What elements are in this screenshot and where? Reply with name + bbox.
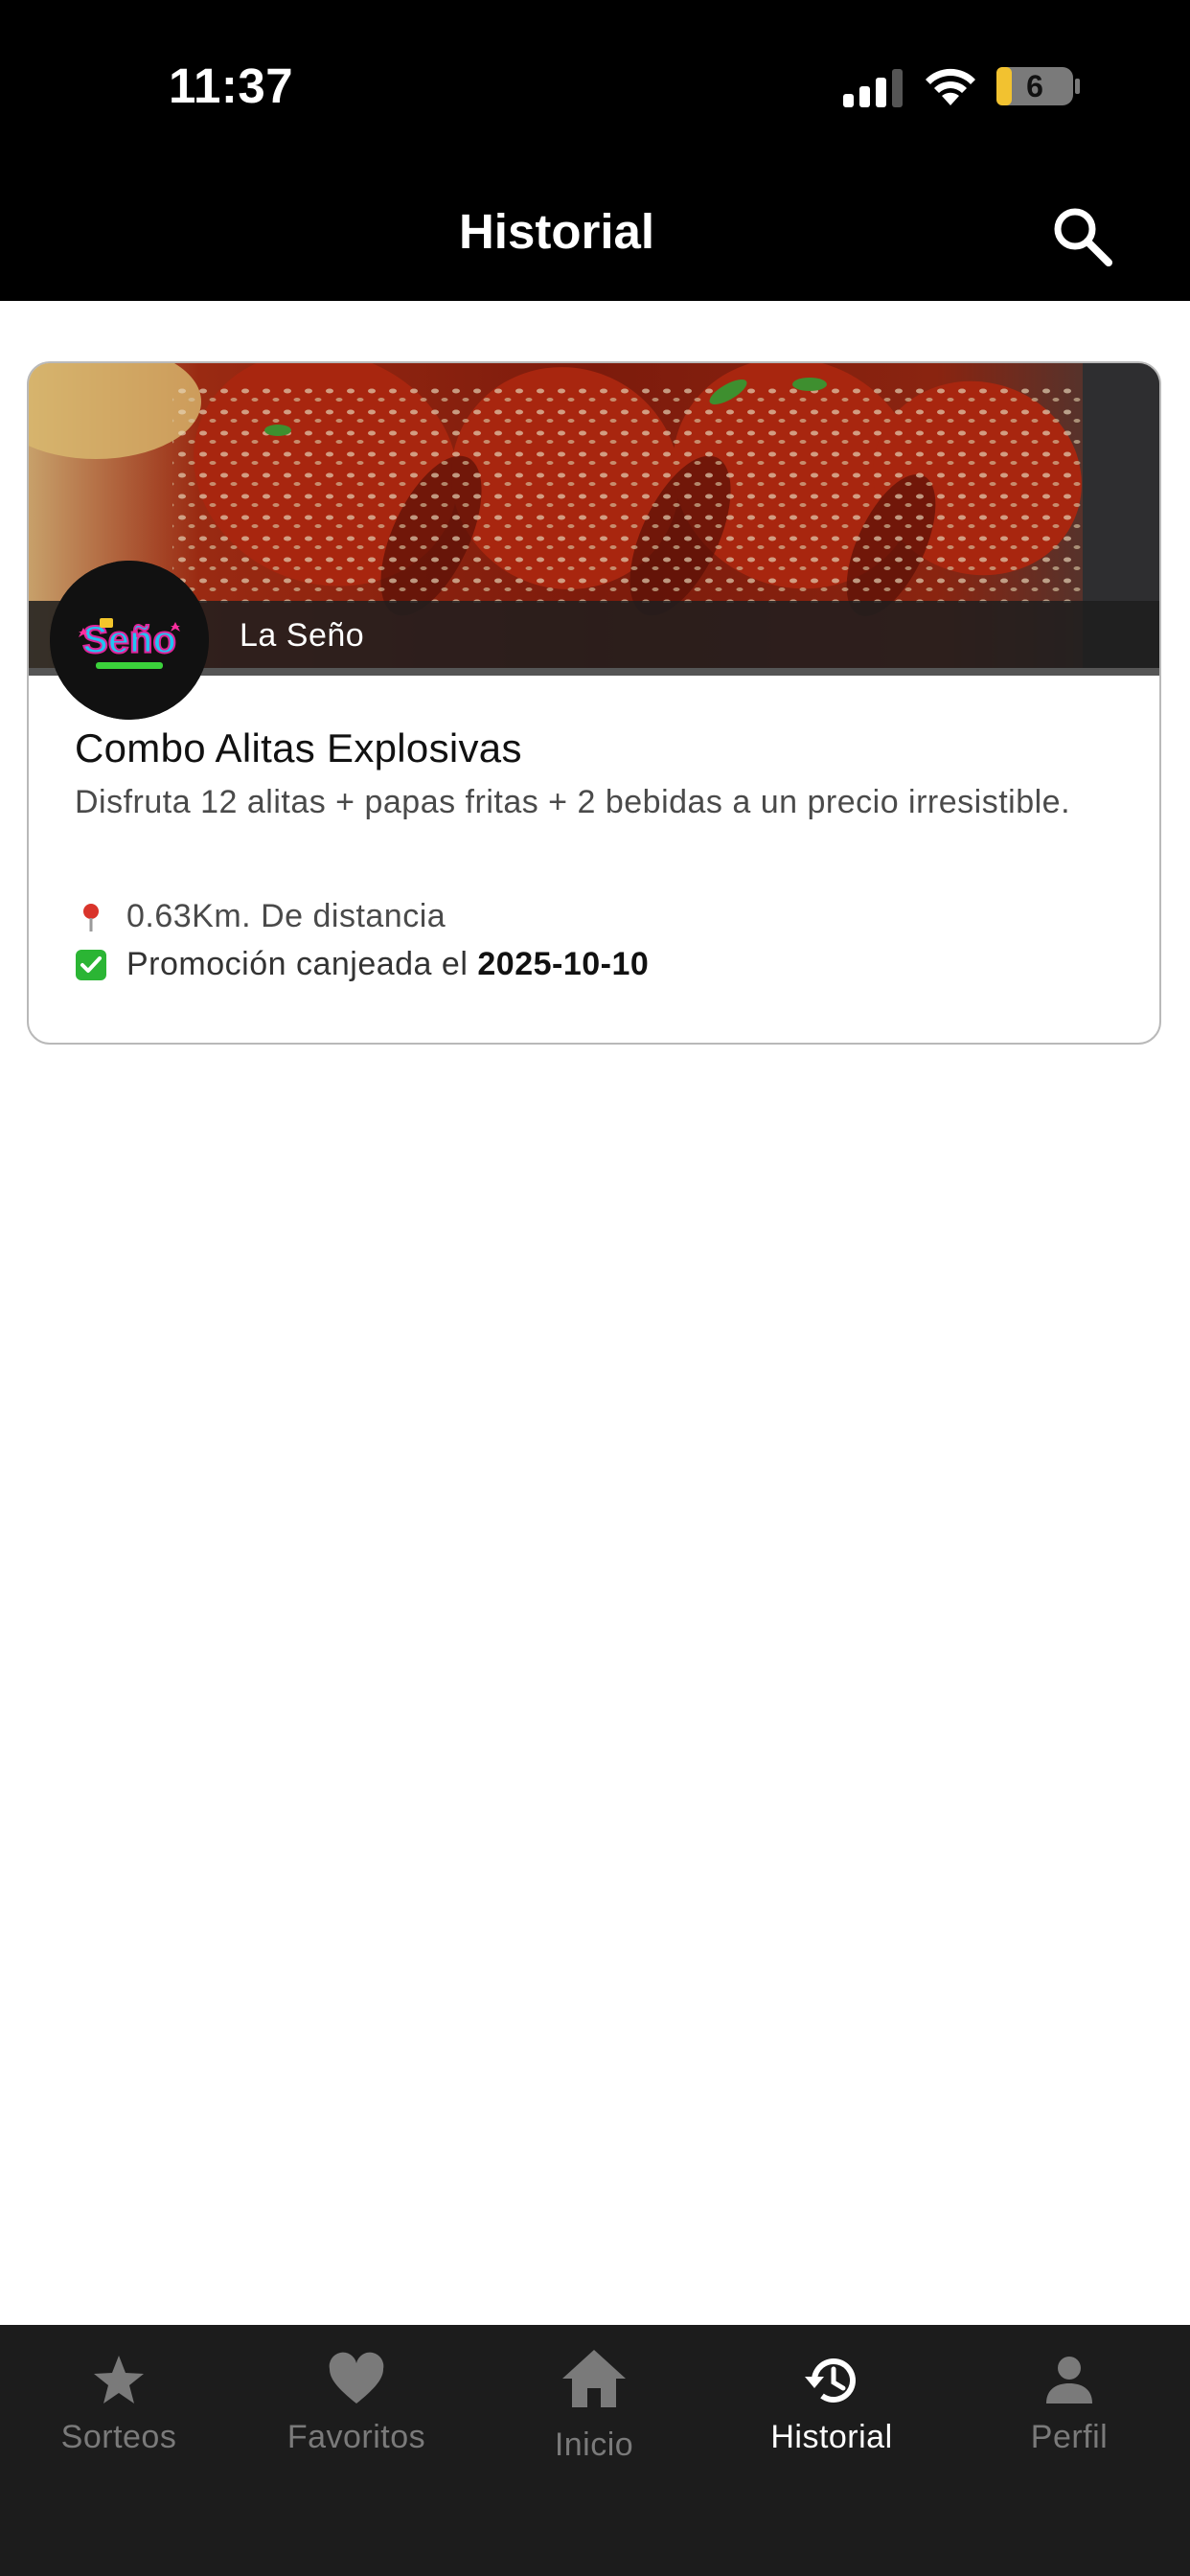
nav-item-inicio[interactable]: Inicio [475,2325,713,2497]
history-icon [805,2358,856,2403]
home-icon [562,2350,626,2407]
store-name: La Seño [240,617,365,654]
redeemed-row: Promoción canjeada el 2025-10-10 [75,946,649,983]
redeemed-date: 2025-10-10 [477,946,650,982]
nav-item-historial[interactable]: Historial [713,2325,950,2497]
battery-icon: 6 [995,65,1081,107]
location-pin-icon [83,903,99,932]
promotion-card[interactable]: La Seño Seño Combo Alitas Explosivas Dis… [27,361,1161,1045]
nav-label: Sorteos [60,2419,177,2455]
promotion-title: Combo Alitas Explosivas [75,725,522,770]
nav-label: Perfil [1030,2419,1109,2455]
store-logo: Seño [50,561,209,720]
heart-icon [329,2352,384,2404]
battery-level: 6 [1026,69,1043,104]
cellular-signal-icon [843,69,903,107]
nav-label: Inicio [554,2426,634,2463]
nav-label: Historial [770,2419,893,2455]
redeemed-label: Promoción canjeada el [126,946,469,982]
page-title: Historial [458,204,655,259]
svg-text:Seño: Seño [82,619,176,661]
check-mark-icon [76,949,106,980]
distance-text: 0.63Km. De distancia [126,898,446,934]
star-icon [94,2356,144,2404]
wifi-icon [926,68,975,105]
search-icon[interactable] [1049,203,1116,270]
nav-label: Favoritos [286,2419,426,2455]
app-header: 11:37 6 Historial [0,0,1190,301]
bottom-navigation: Sorteos Favoritos Inicio Historial Perfi… [0,2325,1190,2576]
nav-item-sorteos[interactable]: Sorteos [0,2325,238,2497]
nav-item-perfil[interactable]: Perfil [950,2325,1188,2497]
promotion-description: Disfruta 12 alitas + papas fritas + 2 be… [75,784,1071,820]
status-time: 11:37 [169,58,294,113]
distance-row: 0.63Km. De distancia [75,898,446,935]
person-icon [1046,2357,1092,2404]
nav-item-favoritos[interactable]: Favoritos [238,2325,475,2497]
